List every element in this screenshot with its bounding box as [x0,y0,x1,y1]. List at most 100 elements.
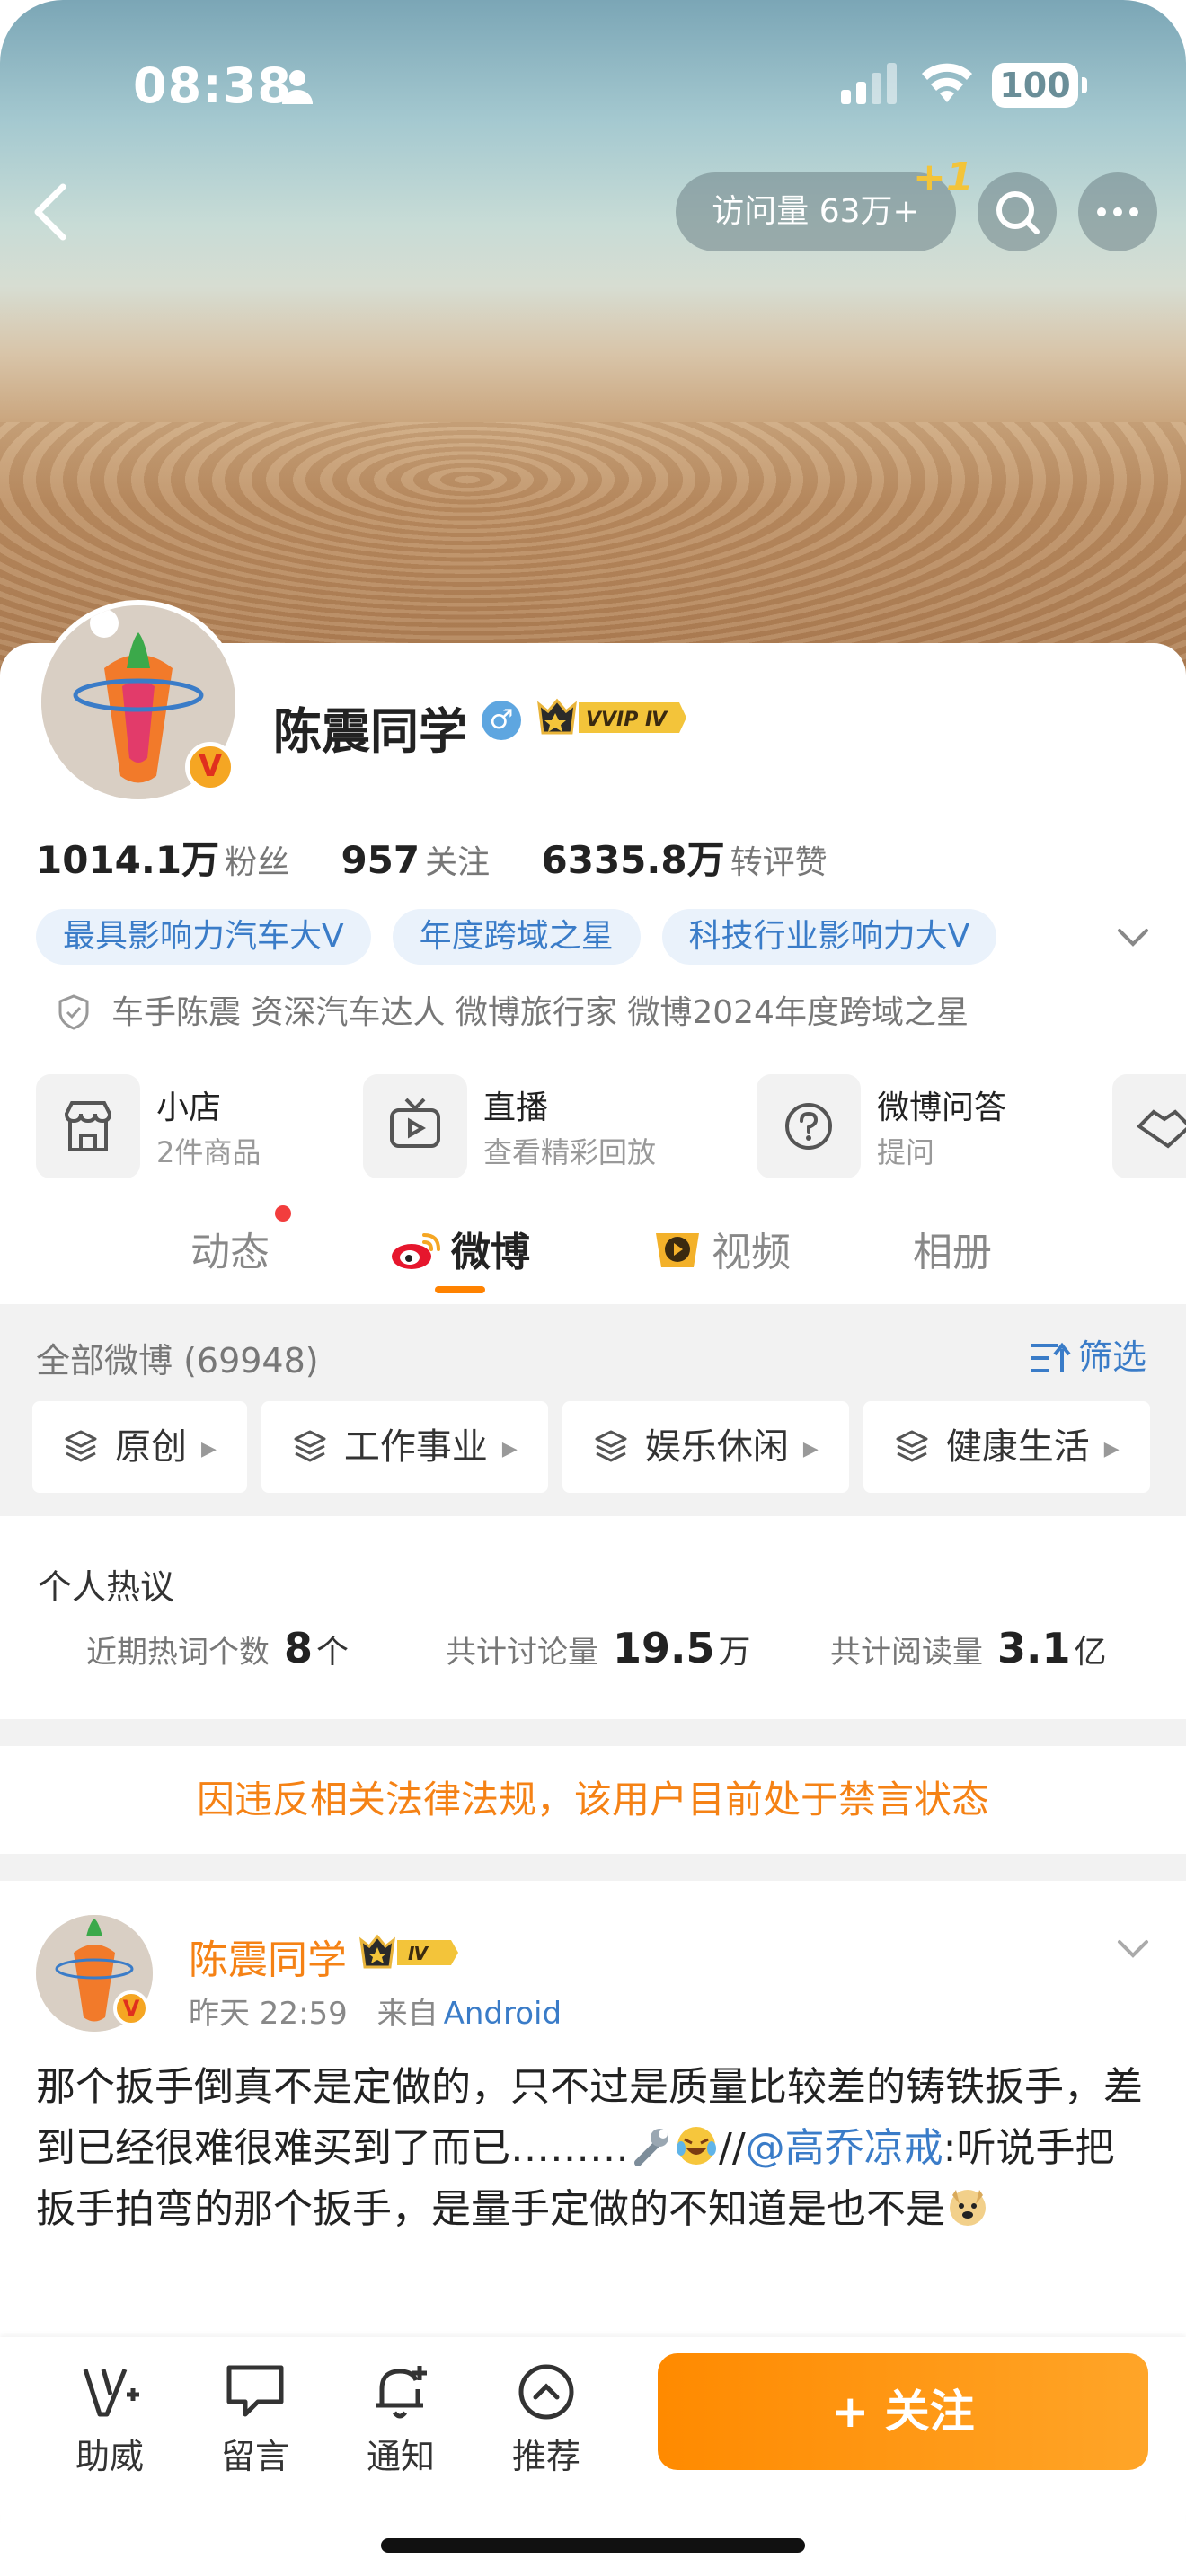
chip-label: 原创 [115,1426,187,1468]
more-dots-icon [1097,207,1138,216]
message-icon [226,2365,284,2417]
followers-count: 1014.1万 [36,838,220,882]
cheer-button[interactable]: 助威 [56,2359,164,2476]
live-subtitle: 查看精彩回放 [483,1135,657,1169]
chip-label: 工作事业 [343,1426,488,1468]
search-button[interactable] [978,172,1057,251]
filter-button[interactable]: 筛选 [1030,1329,1146,1379]
cheer-label: 助威 [75,2437,144,2476]
honor-tag[interactable]: 科技行业影响力大V [661,909,997,965]
banned-notice: 因违反相关法律法规，该用户目前处于禁言状态 [0,1746,1186,1854]
recommend-label: 推荐 [511,2437,580,2476]
verified-badge: V [185,742,235,792]
shield-icon [58,994,89,1030]
triangle-right-icon: ▶ [501,1438,518,1460]
chevron-down-icon[interactable] [1111,920,1155,956]
verification-info: 车手陈震 资深汽车达人 微博旅行家 微博2024年度跨域之星 [58,986,969,1033]
post-time: 昨天 22:59 [189,1996,348,2032]
message-label: 留言 [220,2437,289,2476]
notify-label: 通知 [366,2437,435,2476]
message-button[interactable]: 留言 [201,2359,309,2476]
section-divider [0,1854,1186,1881]
chevron-down-icon[interactable] [1111,1931,1155,1967]
chip-label: 健康生活 [945,1426,1090,1468]
tab-weibo-label: 微博 [451,1230,530,1275]
category-chip-health[interactable]: 健康生活 ▶ [863,1401,1150,1493]
person-icon [282,70,313,104]
tab-video[interactable]: 视频 [652,1220,791,1277]
layers-icon [896,1430,928,1462]
verification-text: 车手陈震 资深汽车达人 微博旅行家 微博2024年度跨域之星 [111,994,969,1031]
followers-stat[interactable]: 1014.1万 粉丝 [36,838,329,882]
qa-title: 微博问答 [877,1090,1007,1126]
followers-label: 粉丝 [225,844,290,881]
profile-tabs: 动态 微博 视频 相册 [0,1195,1186,1302]
follow-button[interactable]: + 关注 [658,2353,1148,2470]
layers-icon [595,1430,627,1462]
post-meta: 昨天 22:59 来自 Android [189,1989,562,2033]
mention-link[interactable]: @高乔凉戒 [746,2125,943,2171]
hot-stat-unit: 亿 [1074,1634,1107,1671]
chip-label: 娱乐休闲 [644,1426,789,1468]
tab-video-label: 视频 [712,1230,791,1275]
back-arrow-icon[interactable] [25,178,79,246]
live-title: 直播 [483,1090,549,1126]
active-tab-indicator [435,1286,485,1293]
verified-badge: V [113,1990,149,2026]
more-button[interactable] [1078,172,1157,251]
qa-subtitle: 提问 [877,1135,935,1169]
vvip-badge[interactable]: VVIP Ⅳ [535,695,688,740]
honor-tags: 最具影响力汽车大V 年度跨域之星 科技行业影响力大V [36,909,1018,965]
home-indicator[interactable] [381,2538,805,2553]
category-chip-original[interactable]: 原创 ▶ [32,1401,247,1493]
clock: 08:38 [133,57,292,114]
tv-icon [390,1098,440,1148]
following-label: 关注 [425,844,491,881]
tab-album[interactable]: 相册 [913,1220,992,1277]
cheer-icon [83,2369,139,2417]
category-chip-entertainment[interactable]: 娱乐休闲 ▶ [562,1401,849,1493]
video-play-icon [656,1233,699,1267]
wifi-icon [922,63,972,102]
engagement-count: 6335.8万 [541,838,725,882]
engagement-stat[interactable]: 6335.8万 转评赞 [542,838,867,882]
section-divider [0,1719,1186,1746]
laugh-cry-emoji-icon [677,2127,716,2165]
notify-button[interactable]: 通知 [347,2359,455,2476]
triangle-right-icon: ▶ [802,1438,819,1460]
hot-stat-label: 共计阅读量 [830,1635,983,1671]
tab-weibo[interactable]: 微博 [390,1220,530,1277]
all-posts-count: 全部微博 (69948) [36,1341,319,1381]
post-author-name[interactable]: 陈震同学 [189,1928,347,1985]
following-stat[interactable]: 957 关注 [341,838,529,882]
vip-level-text: Ⅳ [408,1943,429,1964]
shop-title: 小店 [156,1090,222,1126]
honor-tag[interactable]: 最具影响力汽车大V [36,909,371,965]
recommend-icon [518,2364,574,2420]
filter-label: 筛选 [1078,1337,1147,1377]
discussion-stat: 共计讨论量 19.5 万 [446,1624,751,1672]
honor-tag[interactable]: 年度跨域之星 [392,909,641,965]
more-service-entry[interactable] [1112,1074,1186,1178]
shop-icon [64,1101,112,1151]
post-content: 那个扳手倒真不是定做的，只不过是质量比较差的铸铁扳手，差到已经很难很难买到了而已… [36,2057,1150,2240]
hot-stat-label: 近期热词个数 [86,1635,270,1671]
hot-stat-value: 19.5 [613,1624,715,1672]
notification-dot [275,1205,291,1222]
status-bar: 08:38 100 [0,0,1186,171]
post-source[interactable]: Android [444,1996,562,2032]
hot-topics-card [0,1516,1186,1719]
bell-icon [376,2366,427,2419]
repost-separator: // [719,2125,746,2171]
search-icon [996,191,1040,234]
category-chip-work[interactable]: 工作事业 ▶ [261,1401,548,1493]
doge-emoji-icon [950,2190,986,2226]
post-author-avatar[interactable]: V [36,1902,153,2032]
recommend-button[interactable]: 推荐 [492,2359,600,2476]
gender-male-icon: ♂ [482,701,521,740]
cellular-signal-icon [841,63,897,104]
engagement-label: 转评赞 [730,844,828,881]
tab-activity[interactable]: 动态 [190,1220,270,1277]
profile-page: 08:38 100 访问量 63万+ +1 V 陈震同学 ♂ VVIP Ⅳ 10… [0,0,1186,2576]
vip-level-badge: Ⅳ [359,1934,458,1969]
